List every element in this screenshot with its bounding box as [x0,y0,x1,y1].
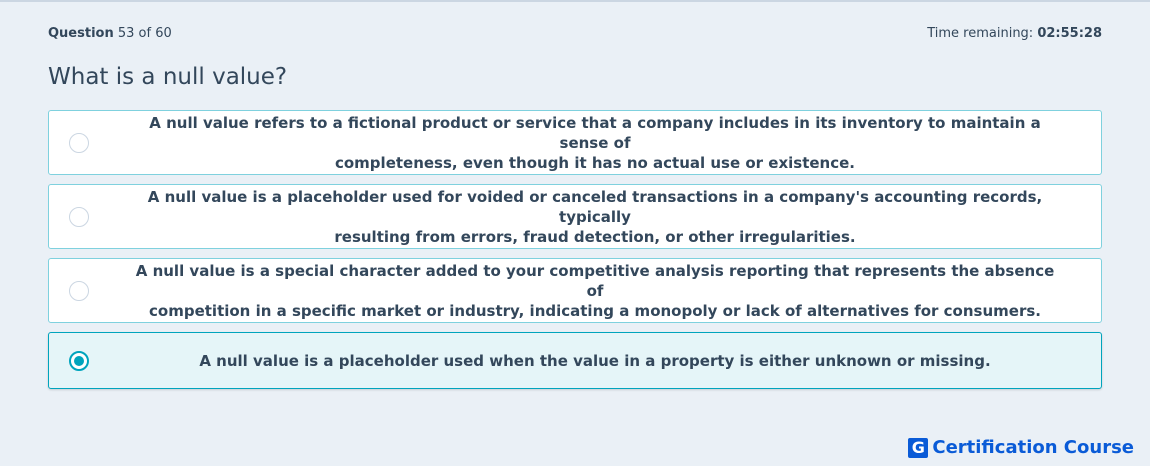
top-border [0,0,1150,2]
question-label: Question [48,25,114,41]
brand-logo: G Certification Course [908,437,1134,458]
radio-button-selected[interactable] [69,350,89,371]
time-remaining: Time remaining: 02:55:28 [927,26,1102,41]
question-number: 53 [117,25,135,41]
radio-button[interactable] [69,206,89,227]
question-counter: Question 53 of 60 [48,26,172,41]
answer-text-line: A null value is a placeholder used for v… [147,187,1043,226]
answer-option-3[interactable]: A null value is a special character adde… [48,258,1102,323]
question-title: What is a null value? [48,64,288,90]
answer-text: A null value is a special character adde… [129,261,1061,321]
answer-text: A null value is a placeholder used for v… [129,187,1061,247]
answer-text-line: A null value refers to a fictional produ… [149,113,1041,152]
time-label: Time remaining: [927,25,1034,41]
answer-option-1[interactable]: A null value refers to a fictional produ… [48,110,1102,175]
radio-button[interactable] [69,280,89,301]
answer-text-line: completeness, even though it has no actu… [334,153,856,172]
answer-text-line: competition in a specific market or indu… [149,301,1041,320]
answer-option-4[interactable]: A null value is a placeholder used when … [48,332,1102,389]
answer-text-line: resulting from errors, fraud detection, … [334,227,856,246]
answer-text: A null value is a placeholder used when … [129,351,1061,371]
answer-text-line: A null value is a placeholder used when … [199,351,991,370]
brand-g-icon: G [908,437,929,458]
answer-text: A null value refers to a fictional produ… [129,113,1061,173]
answer-text-line: A null value is a special character adde… [135,261,1055,300]
question-total: of 60 [138,25,172,41]
brand-name: Certification Course [932,437,1134,458]
quiz-header: Question 53 of 60 Time remaining: 02:55:… [48,24,1102,42]
time-value: 02:55:28 [1037,25,1102,41]
answer-option-2[interactable]: A null value is a placeholder used for v… [48,184,1102,249]
radio-button[interactable] [69,132,89,153]
